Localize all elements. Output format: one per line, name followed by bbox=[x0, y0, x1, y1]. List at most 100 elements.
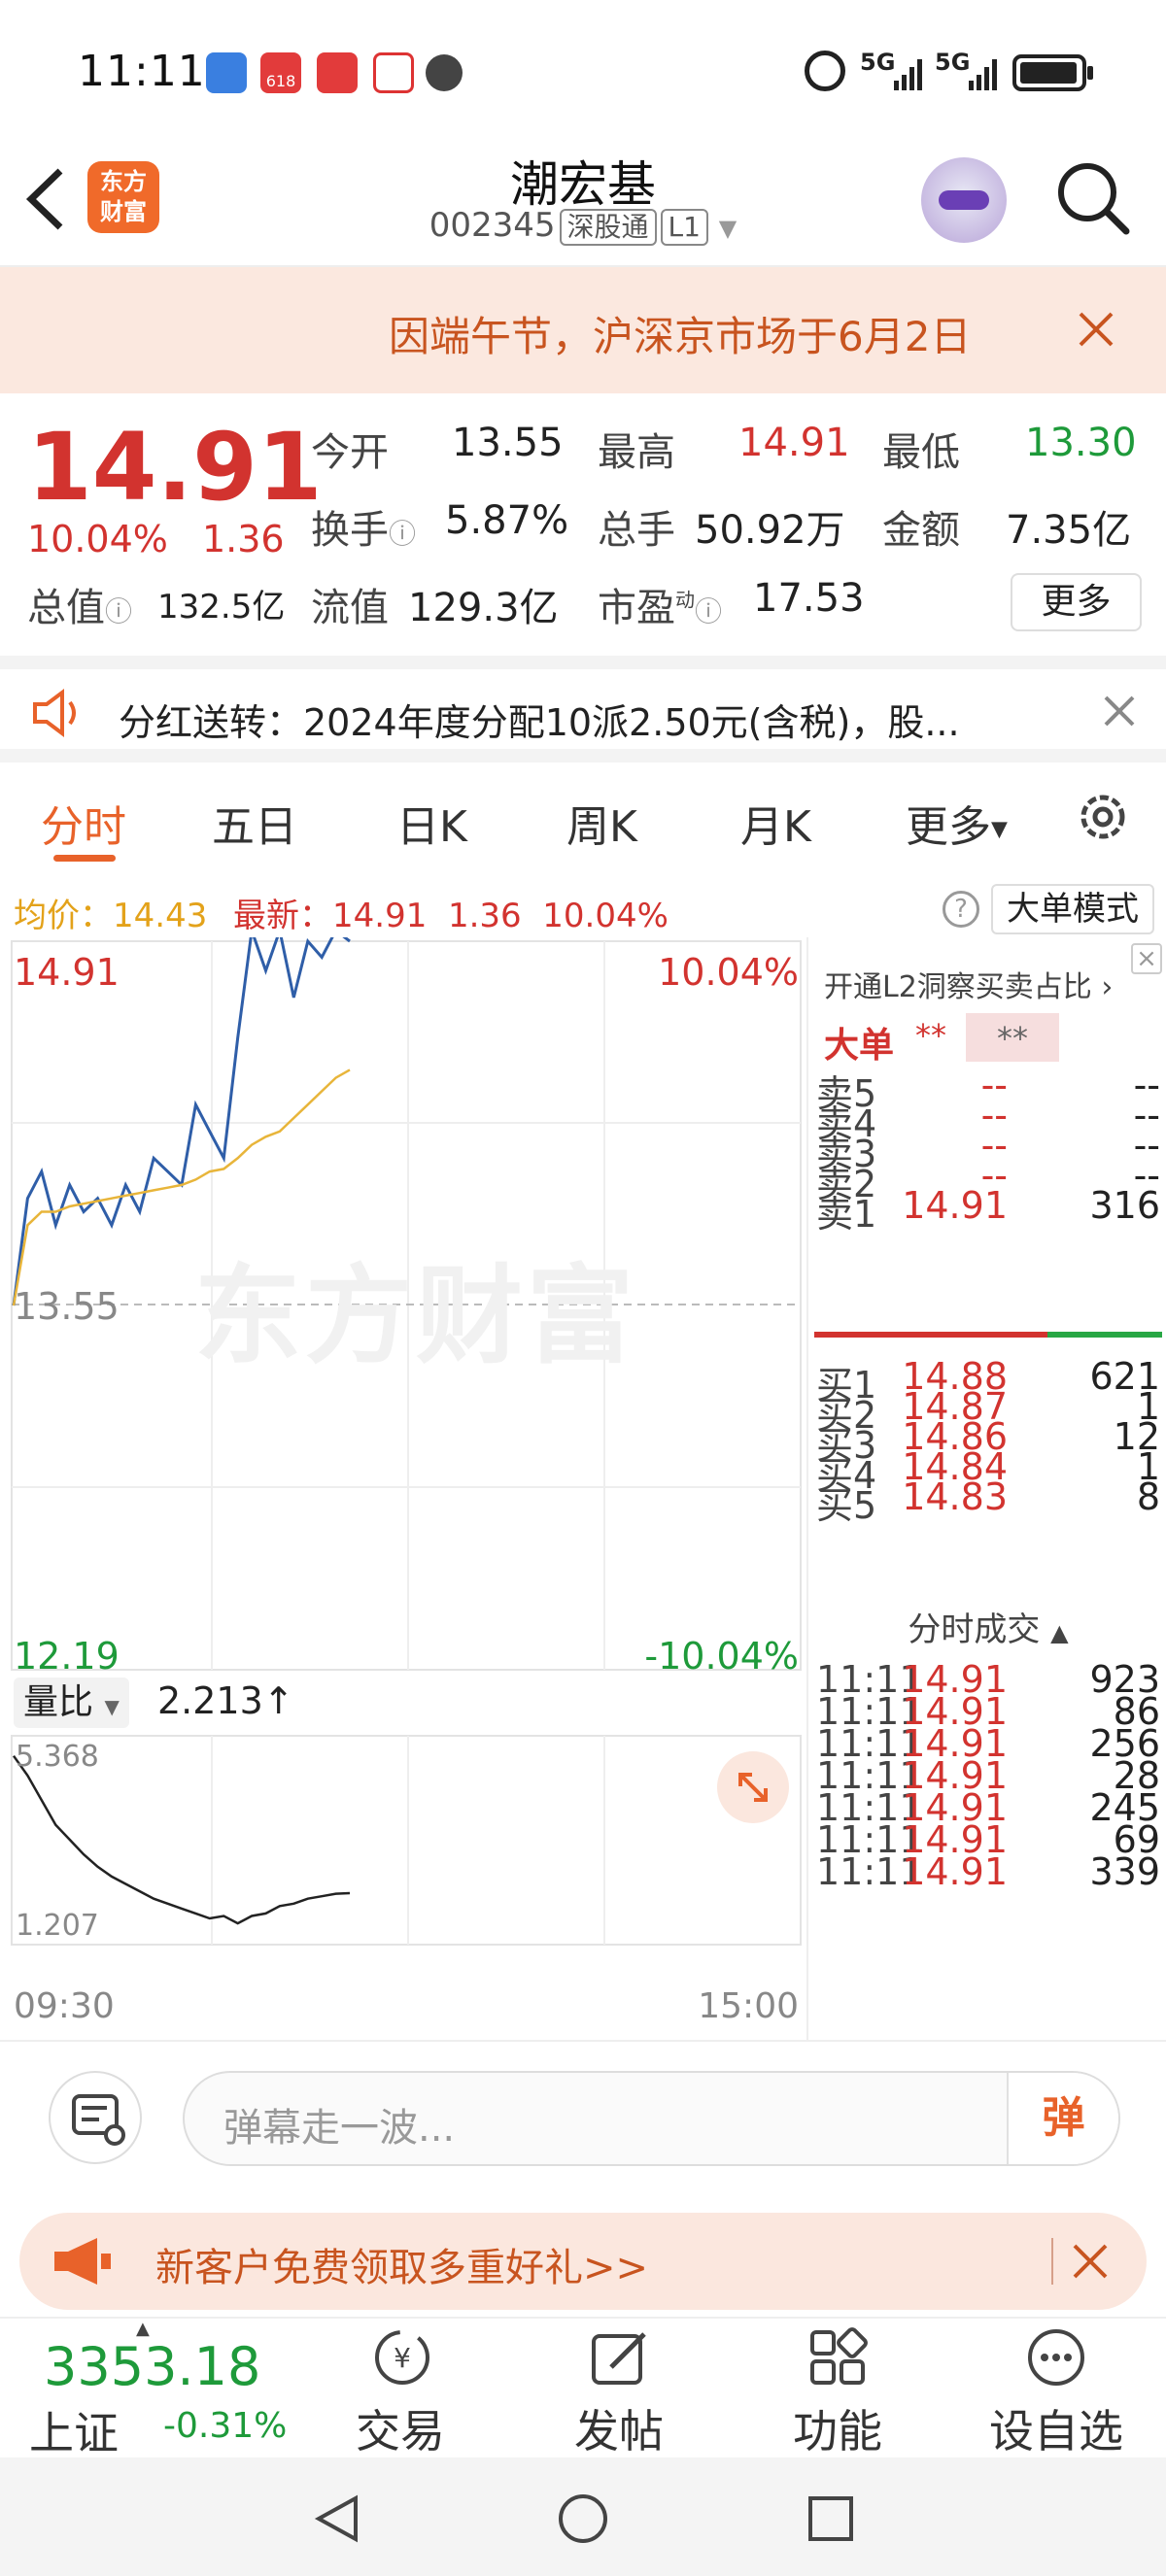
index-name: 上证 bbox=[29, 2407, 119, 2459]
big-order-value-2: ** bbox=[966, 1013, 1059, 1062]
tab-more[interactable]: 更多▼ bbox=[906, 792, 1008, 854]
nav-add-watchlist[interactable]: 设自选 bbox=[959, 2319, 1153, 2459]
y-top-label: 14.91 bbox=[14, 951, 120, 994]
svg-text:¥: ¥ bbox=[394, 2342, 411, 2374]
depth-level-label: 买5 bbox=[816, 1484, 877, 1527]
open-value: 13.55 bbox=[452, 421, 564, 465]
holiday-notice-banner[interactable]: 因端午节，沪深京市场于6月2日 bbox=[0, 267, 1166, 393]
big-order-label: 大单 bbox=[824, 1026, 895, 1066]
comment-settings-icon[interactable] bbox=[49, 2071, 142, 2164]
info-icon: ⓘ bbox=[105, 595, 133, 627]
change-amount: 1.36 bbox=[202, 518, 285, 560]
danmu-send-button[interactable]: 弹 bbox=[1007, 2073, 1118, 2164]
change-percent: 10.04% bbox=[27, 518, 168, 560]
expand-icon[interactable] bbox=[717, 1751, 789, 1823]
vol-bottom-label: 1.207 bbox=[16, 1909, 99, 1943]
depth-volume: 339 bbox=[1089, 1850, 1160, 1893]
nav-functions[interactable]: 功能 bbox=[740, 2319, 935, 2459]
gear-icon[interactable] bbox=[1074, 788, 1132, 850]
signal-icon bbox=[892, 53, 931, 96]
index-ticker[interactable]: ▲ 3353.18 上证 -0.31% bbox=[0, 2319, 311, 2459]
nav-trade-label: 交易 bbox=[356, 2405, 445, 2457]
close-icon[interactable] bbox=[1077, 310, 1115, 353]
time-end-label: 15:00 bbox=[698, 1986, 799, 2026]
status-time: 11:11 bbox=[78, 47, 206, 96]
depth-level-label: 卖1 bbox=[816, 1193, 877, 1236]
audio-icon bbox=[426, 54, 463, 91]
watermark: 东方财富 bbox=[194, 1254, 637, 1378]
sell-row: 卖1 14.91 316 bbox=[808, 1184, 1166, 1236]
connect-tag: 深股通 bbox=[559, 209, 657, 246]
chart-tabs: 分时 五日 日K 周K 月K 更多▼ bbox=[0, 763, 1166, 869]
back-triangle-icon[interactable] bbox=[311, 2492, 363, 2549]
dividend-notice[interactable]: 分红送转：2024年度分配10派2.50元(含税)，股... bbox=[0, 656, 1166, 763]
search-icon[interactable] bbox=[1054, 159, 1132, 241]
quote-panel: 14.91 10.04% 1.36 今开 13.55 最高 14.91 最低 1… bbox=[0, 393, 1166, 656]
intraday-chart[interactable]: 东方财富 14.91 13.55 12.19 10.04% -10.04% 量比… bbox=[0, 937, 806, 2040]
nav-functions-label: 功能 bbox=[793, 2405, 882, 2457]
home-circle-icon[interactable] bbox=[557, 2492, 609, 2549]
low-label: 最低 bbox=[882, 430, 960, 475]
intraday-chart-svg bbox=[11, 937, 802, 1946]
depth-volume: 8 bbox=[1136, 1475, 1160, 1518]
level-tag: L1 bbox=[660, 209, 708, 246]
tab-daily-k[interactable]: 日K bbox=[396, 792, 467, 854]
notice-text: 因端午节，沪深京市场于6月2日 bbox=[389, 313, 972, 360]
pct-bottom-label: -10.04% bbox=[644, 1635, 799, 1678]
close-icon[interactable] bbox=[1071, 2242, 1110, 2285]
close-icon[interactable]: × bbox=[1131, 943, 1162, 974]
promo-banner[interactable]: 新客户免费领取多重好礼>> bbox=[19, 2213, 1147, 2310]
tab-weekly-k[interactable]: 周K bbox=[566, 792, 637, 854]
comment-bar: 弹幕走一波... 弹 bbox=[0, 2040, 1166, 2195]
tab-intraday[interactable]: 分时 bbox=[41, 792, 126, 854]
danmu-placeholder: 弹幕走一波... bbox=[223, 2106, 456, 2151]
stock-code: 002345 bbox=[429, 206, 556, 245]
total-cap-label: 总值ⓘ bbox=[27, 586, 133, 630]
l2-upgrade-link[interactable]: 开通L2洞察买卖占比 › bbox=[824, 963, 1113, 1005]
high-value: 14.91 bbox=[738, 421, 850, 465]
promo-text: 新客户免费领取多重好礼>> bbox=[155, 2246, 649, 2290]
shield-app-icon bbox=[373, 52, 414, 93]
tick-row: 11:11 14.91 339 bbox=[808, 1850, 1166, 1899]
buy-row: 买5 14.83 8 bbox=[808, 1475, 1166, 1527]
volume-ratio-selector[interactable]: 量比 ▼ bbox=[14, 1678, 129, 1728]
depth-price: 14.83 bbox=[902, 1475, 1008, 1518]
amount-label: 金额 bbox=[882, 508, 960, 553]
recents-square-icon[interactable] bbox=[806, 2494, 855, 2547]
grid-icon bbox=[806, 2326, 869, 2389]
pe-value: 17.53 bbox=[753, 576, 865, 621]
close-icon[interactable] bbox=[1103, 695, 1136, 731]
pe-label: 市盈动ⓘ bbox=[598, 586, 723, 630]
info-icon: ⓘ bbox=[695, 595, 723, 627]
network-5g-2: 5G bbox=[935, 49, 971, 76]
volume-value: 50.92万 bbox=[695, 508, 845, 553]
ticks-header[interactable]: 分时成交 ▲ bbox=[808, 1603, 1166, 1650]
time-start-label: 09:30 bbox=[14, 1986, 115, 2026]
nav-post-label: 发帖 bbox=[574, 2405, 664, 2457]
avg-price: 均价：14.43 bbox=[14, 897, 208, 935]
index-value: 3353.18 bbox=[44, 2336, 261, 2397]
alarm-icon bbox=[805, 51, 845, 91]
speaker-icon bbox=[29, 689, 87, 741]
total-cap-value: 132.5亿 bbox=[157, 588, 286, 627]
danmu-input[interactable]: 弹幕走一波... 弹 bbox=[183, 2071, 1120, 2166]
order-book-panel: 开通L2洞察买卖占比 › × 大单 ** ** 卖5 -- -- 卖4 -- -- 卖3 --… bbox=[806, 937, 1166, 2040]
turnover-label: 换手ⓘ bbox=[311, 508, 417, 553]
tab-five-day[interactable]: 五日 bbox=[212, 792, 297, 854]
battery-icon bbox=[1012, 54, 1096, 97]
network-5g-1: 5G bbox=[860, 49, 896, 76]
nav-post[interactable]: 发帖 bbox=[522, 2319, 716, 2459]
y-bottom-label: 12.19 bbox=[14, 1635, 120, 1678]
signal-icon bbox=[967, 53, 1006, 96]
index-change: -0.31% bbox=[163, 2406, 288, 2446]
more-quote-button[interactable]: 更多 bbox=[1011, 573, 1142, 631]
big-order-mode-button[interactable]: 大单模式 bbox=[991, 884, 1154, 934]
help-icon[interactable]: ? bbox=[943, 891, 979, 928]
latest-price: 最新：14.91 1.36 10.04% bbox=[233, 897, 669, 935]
robot-assistant-icon[interactable] bbox=[921, 157, 1007, 243]
sell-strength-bar bbox=[814, 1332, 1047, 1338]
divider bbox=[1051, 2238, 1053, 2285]
nav-trade[interactable]: ¥ 交易 bbox=[303, 2319, 497, 2459]
tab-monthly-k[interactable]: 月K bbox=[740, 792, 811, 854]
low-value: 13.30 bbox=[1025, 421, 1137, 465]
